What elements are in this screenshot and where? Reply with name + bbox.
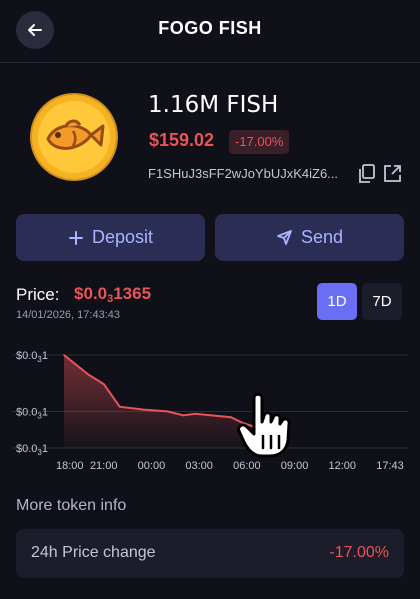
range-7d-button[interactable]: 7D <box>362 283 402 320</box>
price-point <box>182 414 185 417</box>
plus-icon <box>68 230 83 245</box>
x-tick-label: 12:00 <box>329 460 357 472</box>
price-point <box>118 405 121 408</box>
price-change-card: 24h Price change -17.00% <box>16 529 404 578</box>
send-icon <box>277 230 292 245</box>
more-token-info-heading: More token info <box>16 497 127 514</box>
y-tick-label: $0.031 <box>16 350 48 364</box>
price-digits: 1365 <box>113 284 152 303</box>
deposit-label: Deposit <box>91 227 154 247</box>
fish-token-logo <box>30 93 118 181</box>
price-chart: $0.031 $0.031 $0.031 18:00 21:00 00:00 03:00 0… <box>12 350 408 472</box>
price-point <box>103 383 105 385</box>
x-tick-label: 21:00 <box>90 460 118 472</box>
x-tick-label: 17:43 <box>376 460 404 472</box>
deposit-button[interactable]: Deposit <box>16 214 205 261</box>
price-prefix: $0.0 <box>74 284 108 303</box>
info-label: 24h Price change <box>31 544 156 561</box>
price-timestamp: 14/01/2026, 17:43:43 <box>16 309 120 321</box>
send-button[interactable]: Send <box>215 214 404 261</box>
x-tick-label: 03:00 <box>185 460 213 472</box>
price-point <box>87 373 89 375</box>
send-label: Send <box>300 227 344 247</box>
change-badge: -17.00% <box>229 130 290 154</box>
x-tick-label: 00:00 <box>138 460 166 472</box>
external-link-icon[interactable] <box>383 164 402 183</box>
y-tick-label: $0.031 <box>16 407 48 421</box>
x-tick-label: 06:00 <box>233 460 261 472</box>
info-value: -17.00% <box>329 544 389 561</box>
y-tick-label: $0.031 <box>16 443 48 457</box>
copy-icon[interactable] <box>358 164 376 184</box>
price-point <box>142 408 145 411</box>
page-title: FOGO FISH <box>158 18 262 38</box>
price-point <box>63 354 65 356</box>
x-tick-label: 09:00 <box>281 460 309 472</box>
price-point <box>230 416 232 418</box>
price-point <box>166 410 169 413</box>
pointer-hand-icon <box>237 392 291 458</box>
token-amount: 1.16M FISH <box>148 92 279 118</box>
price-label: Price: <box>16 285 60 304</box>
top-bar: FOGO FISH <box>0 0 420 63</box>
x-tick-label: 18:00 <box>56 460 84 472</box>
usd-value: $159.02 <box>149 130 215 150</box>
token-address: F1SHuJ3sFF2wJoYbUJxK4iZ6... <box>148 166 339 181</box>
range-1d-button[interactable]: 1D <box>317 283 357 320</box>
price-point <box>194 412 196 415</box>
price-value: $0.031365 <box>74 284 151 305</box>
